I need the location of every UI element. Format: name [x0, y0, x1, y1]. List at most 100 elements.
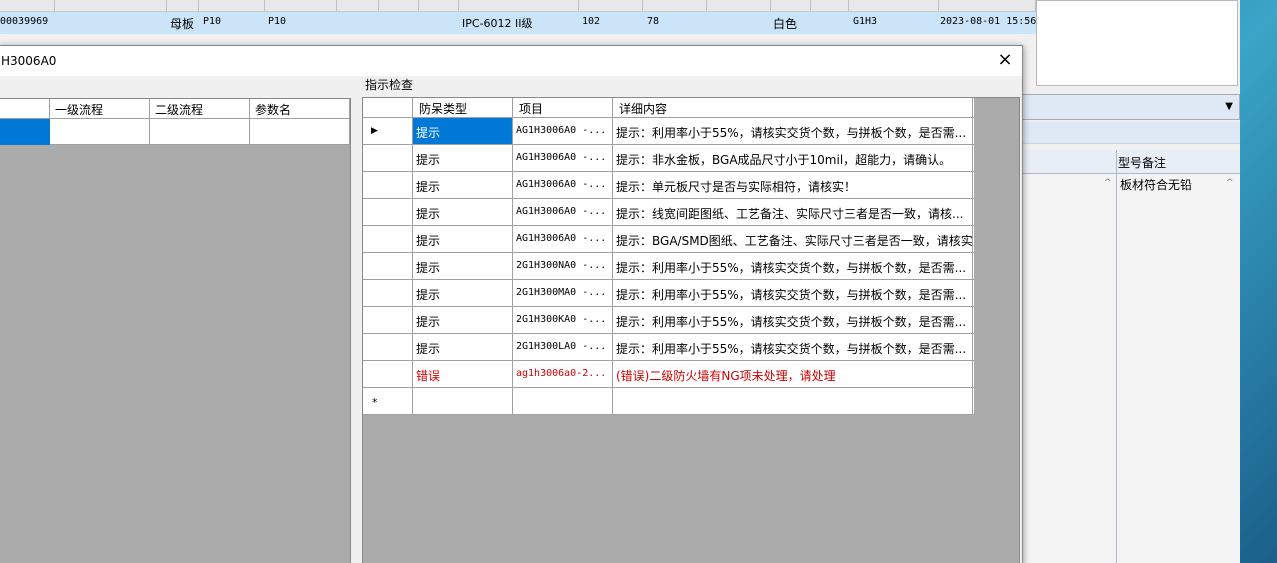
process-grid-row[interactable]: [0, 119, 350, 145]
cell-detail[interactable]: 提示：利用率小于55%，请核实交货个数，与拼板个数，是否需...: [613, 334, 973, 360]
cell-type[interactable]: [413, 388, 513, 414]
table-row[interactable]: 提示 2G1H300NA0 -... 提示：利用率小于55%，请核实交货个数，与…: [363, 253, 974, 280]
close-button[interactable]: ×: [990, 46, 1020, 76]
row-header[interactable]: [363, 307, 413, 333]
bg-header-cell[interactable]: [459, 0, 579, 12]
bg-header-cell[interactable]: [199, 0, 265, 12]
bg-header-cell[interactable]: [379, 0, 419, 12]
bg-header-cell[interactable]: [265, 0, 337, 12]
bg-header-cell[interactable]: [939, 0, 1036, 12]
selected-cell[interactable]: [0, 119, 50, 145]
cell-item[interactable]: 2G1H300MA0 -...: [513, 280, 613, 306]
cell-type[interactable]: 提示: [413, 226, 513, 252]
cell-type[interactable]: 错误: [413, 361, 513, 387]
scroll-up-arrow-icon[interactable]: ^: [1226, 178, 1234, 188]
bg-header-cell[interactable]: [55, 0, 167, 12]
row-header[interactable]: [363, 199, 413, 225]
table-row[interactable]: 提示 AG1H3006A0 -... 提示：线宽间距图纸、工艺备注、实际尺寸三者…: [363, 199, 974, 226]
bg-cell-spec: IPC-6012 II级: [462, 17, 533, 30]
cell-detail[interactable]: 提示：利用率小于55%，请核实交货个数，与拼板个数，是否需...: [613, 280, 973, 306]
cell-detail[interactable]: 提示：非水金板，BGA成品尺寸小于10mil，超能力，请确认。: [613, 145, 973, 171]
cell-type[interactable]: 提示: [413, 280, 513, 306]
row-header[interactable]: [363, 253, 413, 279]
table-row[interactable]: 提示 AG1H3006A0 -... 提示：单元板尺寸是否与实际相符，请核实！: [363, 172, 974, 199]
column-header-level2[interactable]: 二级流程: [150, 99, 250, 119]
row-header[interactable]: [363, 280, 413, 306]
cell-type[interactable]: 提示: [413, 172, 513, 198]
cell-type[interactable]: 提示: [413, 253, 513, 279]
column-header-param[interactable]: 参数名: [250, 99, 350, 119]
row-header[interactable]: *: [363, 388, 413, 414]
bg-column-header-model-remark[interactable]: 型号备注: [1118, 154, 1166, 171]
bg-cell-board-type: 母板: [170, 17, 195, 31]
group-label-instruction-check: 指示检查: [365, 78, 414, 92]
bg-header-cell[interactable]: [643, 0, 707, 12]
column-header-level1[interactable]: 一级流程: [50, 99, 150, 119]
background-dropdown[interactable]: ▼: [1022, 94, 1240, 120]
column-header-detail[interactable]: 详细内容: [613, 98, 973, 117]
dropdown-arrow-icon[interactable]: ▼: [1225, 101, 1233, 112]
bg-header-cell[interactable]: [811, 0, 849, 12]
table-row[interactable]: 提示 AG1H3006A0 -... 提示：非水金板，BGA成品尺寸小于10mi…: [363, 145, 974, 172]
row-header[interactable]: [363, 226, 413, 252]
cell-detail[interactable]: 提示：单元板尺寸是否与实际相符，请核实！: [613, 172, 973, 198]
cell-item[interactable]: ag1h3006a0-2...: [513, 361, 613, 387]
background-grid-header-right: 型号备注: [1022, 150, 1240, 174]
dialog-title-bar[interactable]: H3006A0 ×: [0, 46, 1022, 76]
bg-cell-num-b: 78: [647, 16, 660, 27]
cell-detail[interactable]: 提示：线宽间距图纸、工艺备注、实际尺寸三者是否一致，请核...: [613, 199, 973, 225]
cell-detail[interactable]: 提示：利用率小于55%，请核实交货个数，与拼板个数，是否需...: [613, 253, 973, 279]
scroll-up-arrow-icon[interactable]: ^: [1104, 178, 1112, 188]
bg-header-cell[interactable]: [579, 0, 643, 12]
row-header[interactable]: [363, 172, 413, 198]
cell-type[interactable]: 提示: [413, 199, 513, 225]
bg-header-cell[interactable]: [0, 0, 55, 12]
background-detail-box: [1036, 0, 1238, 86]
bg-header-cell[interactable]: [167, 0, 199, 12]
background-selected-row[interactable]: 00039969 母板 P10 P10 IPC-6012 II级 102 78 …: [0, 12, 1036, 34]
table-row[interactable]: 提示 AG1H3006A0 -... 提示：BGA/SMD图纸、工艺备注、实际尺…: [363, 226, 974, 253]
cell-detail[interactable]: 提示：利用率小于55%，请核实交货个数，与拼板个数，是否需...: [613, 118, 973, 144]
table-row[interactable]: 提示 2G1H300MA0 -... 提示：利用率小于55%，请核实交货个数，与…: [363, 280, 974, 307]
row-header[interactable]: [363, 361, 413, 387]
table-row[interactable]: ▶ 提示 AG1H3006A0 -... 提示：利用率小于55%，请核实交货个数…: [363, 118, 974, 145]
close-icon: ×: [997, 49, 1013, 70]
cell-detail[interactable]: (错误)二级防火墙有NG项未处理，请处理: [613, 361, 973, 387]
cell-detail[interactable]: 提示：BGA/SMD图纸、工艺备注、实际尺寸三者是否一致，请核实！: [613, 226, 973, 252]
table-row-error[interactable]: 错误 ag1h3006a0-2... (错误)二级防火墙有NG项未处理，请处理: [363, 361, 974, 388]
row-header[interactable]: [363, 334, 413, 360]
grid-cell[interactable]: [150, 119, 250, 145]
row-header-corner: [0, 99, 50, 119]
table-row[interactable]: 提示 2G1H300LA0 -... 提示：利用率小于55%，请核实交货个数，与…: [363, 334, 974, 361]
new-row-icon: *: [372, 396, 378, 409]
cell-item[interactable]: [513, 388, 613, 414]
row-header[interactable]: [363, 145, 413, 171]
column-header-item[interactable]: 项目: [513, 98, 613, 117]
cell-item[interactable]: AG1H3006A0 -...: [513, 118, 613, 144]
bg-header-cell[interactable]: [419, 0, 459, 12]
row-header[interactable]: ▶: [363, 118, 413, 144]
grid-cell[interactable]: [250, 119, 350, 145]
cell-item[interactable]: AG1H3006A0 -...: [513, 172, 613, 198]
cell-item[interactable]: AG1H3006A0 -...: [513, 226, 613, 252]
cell-detail[interactable]: 提示：利用率小于55%，请核实交货个数，与拼板个数，是否需...: [613, 307, 973, 333]
cell-type[interactable]: 提示: [413, 307, 513, 333]
column-header-type[interactable]: 防呆类型: [413, 98, 513, 117]
bg-cell-code: G1H3: [853, 16, 878, 27]
cell-item[interactable]: 2G1H300NA0 -...: [513, 253, 613, 279]
grid-cell[interactable]: [50, 119, 150, 145]
cell-item[interactable]: AG1H3006A0 -...: [513, 199, 613, 225]
cell-item[interactable]: 2G1H300KA0 -...: [513, 307, 613, 333]
cell-detail[interactable]: [613, 388, 973, 414]
cell-item[interactable]: 2G1H300LA0 -...: [513, 334, 613, 360]
new-row[interactable]: *: [363, 388, 974, 415]
bg-header-cell[interactable]: [707, 0, 771, 12]
bg-header-cell[interactable]: [849, 0, 939, 12]
table-row[interactable]: 提示 2G1H300KA0 -... 提示：利用率小于55%，请核实交货个数，与…: [363, 307, 974, 334]
cell-item[interactable]: AG1H3006A0 -...: [513, 145, 613, 171]
bg-header-cell[interactable]: [771, 0, 811, 12]
cell-type[interactable]: 提示: [413, 334, 513, 360]
cell-type[interactable]: 提示: [413, 145, 513, 171]
cell-type[interactable]: 提示: [413, 118, 513, 144]
bg-header-cell[interactable]: [337, 0, 379, 12]
